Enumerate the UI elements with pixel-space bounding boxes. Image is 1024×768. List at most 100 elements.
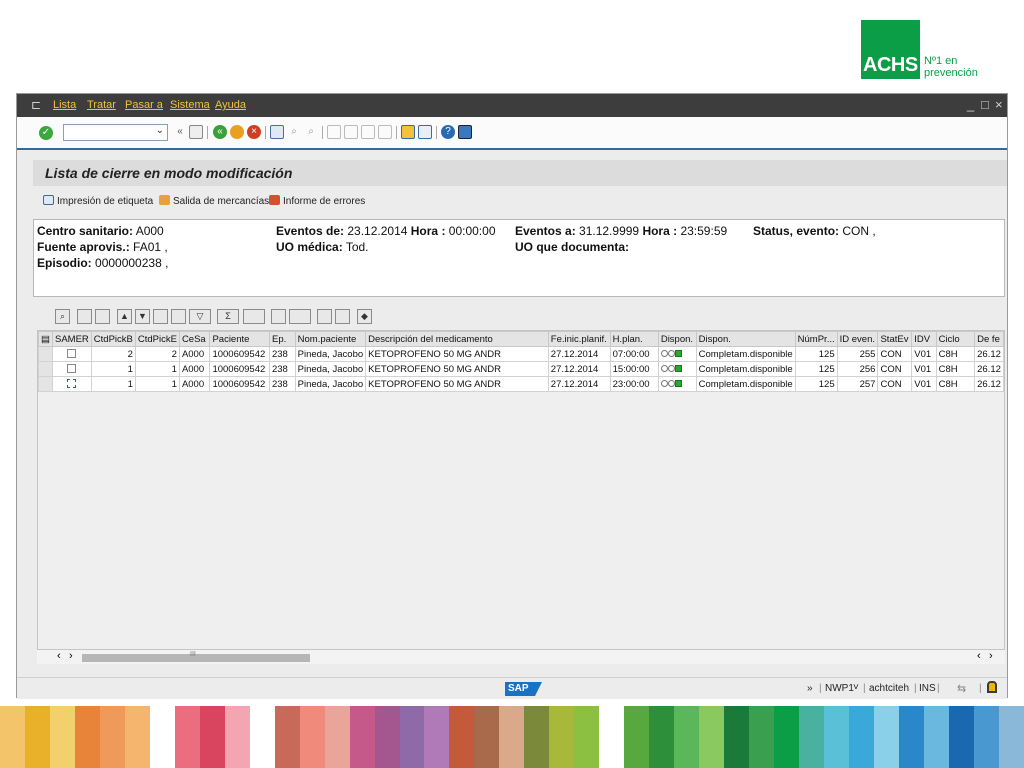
shortcut-icon[interactable]: [418, 125, 432, 139]
column-header[interactable]: CeSa: [178, 331, 211, 347]
column-header[interactable]: CtdPickE: [134, 331, 180, 347]
back-icon[interactable]: «: [213, 125, 227, 139]
print-preview-icon[interactable]: [271, 309, 286, 324]
ciclo-cell[interactable]: C8H: [935, 361, 976, 377]
scroll-right-end-arrow[interactable]: ›: [989, 650, 993, 662]
sort-ascending-icon[interactable]: ▲: [117, 309, 132, 324]
column-header[interactable]: ID even.: [836, 331, 879, 347]
sum-icon[interactable]: Σ: [217, 309, 239, 324]
dispon-text-cell[interactable]: Completam.disponible: [695, 361, 796, 377]
find-icon[interactable]: [153, 309, 168, 324]
print-label-button[interactable]: Impresión de etiqueta: [43, 195, 153, 207]
previous-page-icon[interactable]: [344, 125, 358, 139]
id-even-cell[interactable]: 256: [836, 361, 879, 377]
defe-cell[interactable]: 26.12: [974, 361, 1004, 377]
fecha-cell[interactable]: 27.12.2014: [547, 361, 611, 377]
enter-check-icon[interactable]: ✓: [39, 126, 53, 140]
exit-icon[interactable]: [230, 125, 244, 139]
numpr-cell[interactable]: 125: [794, 361, 838, 377]
row-selector[interactable]: [38, 361, 53, 377]
descripcion-cell[interactable]: KETOPROFENO 50 MG ANDR: [365, 361, 549, 377]
column-header[interactable]: Dispon.: [695, 331, 796, 347]
close-button[interactable]: ×: [995, 97, 1003, 112]
table-row[interactable]: 1 1 A000 1000609542 238 Pineda, Jacobo K…: [38, 361, 1004, 377]
minimize-button[interactable]: _: [967, 97, 974, 112]
layout-select-icon[interactable]: [335, 309, 350, 324]
find-icon[interactable]: ⌕: [287, 125, 301, 139]
cesa-cell[interactable]: A000: [178, 376, 211, 392]
paciente-cell[interactable]: 1000609542: [209, 361, 270, 377]
nompaciente-cell[interactable]: Pineda, Jacobo: [294, 346, 367, 362]
ctdpickb-cell[interactable]: 1: [90, 361, 136, 377]
column-header[interactable]: StatEv: [877, 331, 913, 347]
row-selector[interactable]: [38, 376, 53, 392]
idv-cell[interactable]: V01: [911, 346, 937, 362]
maximize-button[interactable]: □: [981, 97, 989, 112]
find-next-icon[interactable]: [171, 309, 186, 324]
row-selector[interactable]: [38, 346, 53, 362]
menu-exit-icon[interactable]: ⊏: [31, 98, 41, 112]
numpr-cell[interactable]: 125: [794, 346, 838, 362]
samer-cell[interactable]: [51, 346, 92, 362]
defe-cell[interactable]: 26.12: [974, 376, 1004, 392]
samer-cell[interactable]: [51, 361, 92, 377]
paciente-cell[interactable]: 1000609542: [209, 376, 270, 392]
new-session-icon[interactable]: [401, 125, 415, 139]
column-header[interactable]: SAMER: [51, 331, 92, 347]
chevron-down-icon[interactable]: ˅: [853, 682, 859, 693]
ep-cell[interactable]: 238: [268, 376, 296, 392]
column-header[interactable]: H.plan.: [609, 331, 659, 347]
statev-cell[interactable]: CON: [877, 376, 913, 392]
information-icon[interactable]: ◆: [357, 309, 372, 324]
sort-descending-icon[interactable]: ▼: [135, 309, 150, 324]
column-header[interactable]: De fe: [974, 331, 1004, 347]
error-log-button[interactable]: Informe de errores: [269, 195, 365, 207]
scroll-left-end-arrow[interactable]: ‹: [977, 650, 981, 662]
dispon-text-cell[interactable]: Completam.disponible: [695, 346, 796, 362]
cesa-cell[interactable]: A000: [178, 361, 211, 377]
descripcion-cell[interactable]: KETOPROFENO 50 MG ANDR: [365, 346, 549, 362]
statev-cell[interactable]: CON: [877, 361, 913, 377]
subtotal-icon[interactable]: [243, 309, 265, 324]
samer-checkbox[interactable]: [67, 348, 77, 358]
command-field[interactable]: ⌄: [63, 124, 168, 141]
statev-cell[interactable]: CON: [877, 346, 913, 362]
id-even-cell[interactable]: 255: [836, 346, 879, 362]
samer-checkbox[interactable]: [67, 378, 77, 388]
nompaciente-cell[interactable]: Pineda, Jacobo: [294, 361, 367, 377]
column-header[interactable]: CtdPickB: [90, 331, 136, 347]
table-row[interactable]: 2 2 A000 1000609542 238 Pineda, Jacobo K…: [38, 346, 1004, 362]
filter-icon[interactable]: ▽: [189, 309, 211, 324]
next-page-icon[interactable]: [361, 125, 375, 139]
ctdpickb-cell[interactable]: 1: [90, 376, 136, 392]
dispon-text-cell[interactable]: Completam.disponible: [695, 376, 796, 392]
paciente-cell[interactable]: 1000609542: [209, 346, 270, 362]
numpr-cell[interactable]: 125: [794, 376, 838, 392]
refresh-all-icon[interactable]: [95, 309, 110, 324]
samer-checkbox[interactable]: [67, 363, 77, 373]
scroll-right-arrow-inner[interactable]: ›: [69, 650, 73, 662]
menu-sistema[interactable]: Sistema: [170, 99, 210, 111]
column-header[interactable]: NúmPr...: [794, 331, 838, 347]
back-nav-icon[interactable]: «: [173, 125, 187, 139]
menu-tratar[interactable]: Tratar: [87, 99, 116, 111]
column-header[interactable]: Descripción del medicamento: [365, 331, 549, 347]
idv-cell[interactable]: V01: [911, 376, 937, 392]
defe-cell[interactable]: 26.12: [974, 346, 1004, 362]
hplan-cell[interactable]: 23:00:00: [609, 376, 659, 392]
horizontal-scrollbar[interactable]: ‹ › III ‹ ›: [37, 650, 1005, 664]
menu-ayuda[interactable]: Ayuda: [215, 99, 246, 111]
id-even-cell[interactable]: 257: [836, 376, 879, 392]
input-mode[interactable]: INS: [919, 683, 936, 694]
scrollbar-thumb[interactable]: III: [82, 651, 310, 662]
scroll-left-arrow[interactable]: ‹: [57, 650, 61, 662]
help-icon[interactable]: ?: [441, 125, 455, 139]
goods-issue-button[interactable]: Salida de mercancías: [159, 195, 269, 207]
menu-lista[interactable]: Lista: [53, 99, 76, 111]
find-next-icon[interactable]: ⌕: [304, 125, 318, 139]
ctdpickb-cell[interactable]: 2: [90, 346, 136, 362]
ep-cell[interactable]: 238: [268, 361, 296, 377]
first-page-icon[interactable]: [327, 125, 341, 139]
customize-layout-icon[interactable]: [458, 125, 472, 139]
select-all-column[interactable]: ▤: [38, 331, 53, 347]
